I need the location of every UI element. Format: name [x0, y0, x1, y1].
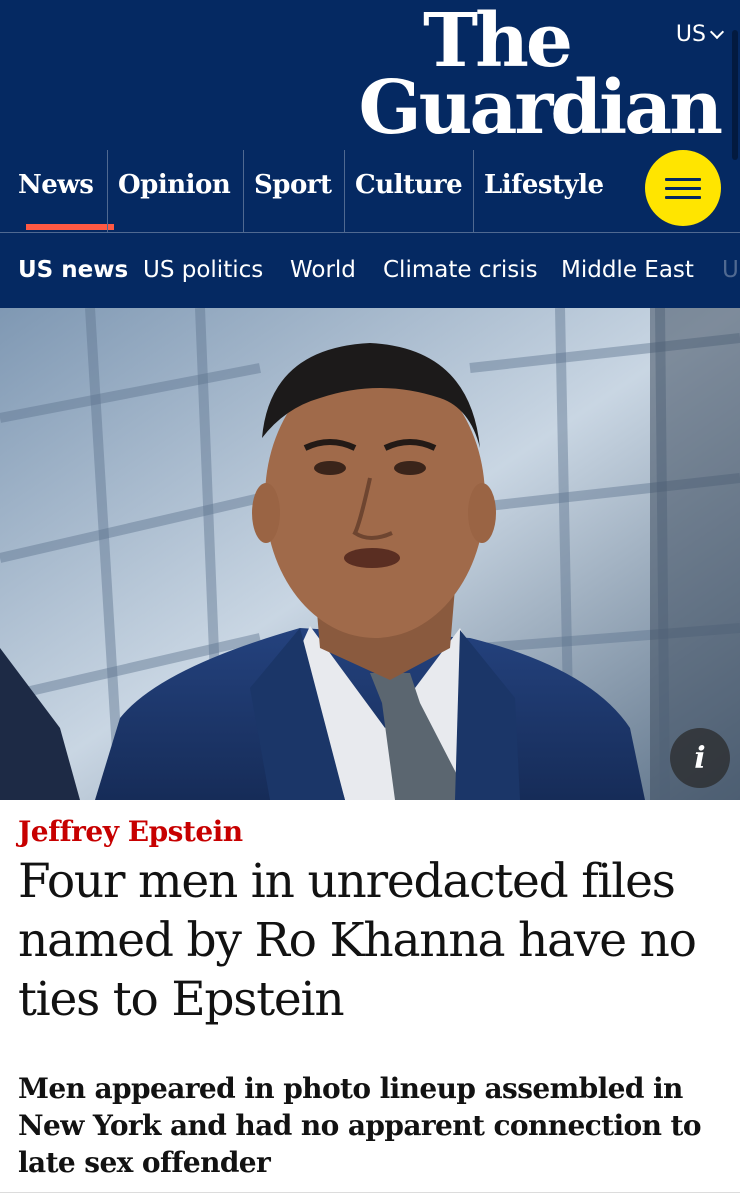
article-headline: Four men in unredacted files named by Ro… [18, 854, 697, 1027]
subnav-item-us-news[interactable]: US news [18, 257, 128, 283]
pillar-label: News [18, 170, 94, 200]
article-standfirst: Men appeared in photo lineup assembled i… [18, 1072, 702, 1179]
scrollbar[interactable] [732, 30, 738, 160]
info-icon: i [694, 740, 706, 776]
pillar-label: Sport [254, 170, 332, 200]
hamburger-menu-button[interactable] [645, 150, 721, 226]
hamburger-menu-icon-bar [665, 195, 701, 199]
pillar-opinion[interactable]: Opinion [107, 150, 242, 232]
pillar-sport[interactable]: Sport [243, 150, 343, 232]
subnav-item-climate-crisis[interactable]: Climate crisis [383, 257, 538, 283]
pillar-news[interactable]: News [8, 150, 114, 232]
subnav-item-overflow[interactable]: U [722, 257, 739, 283]
pillar-nav: News Opinion Sport Culture Lifestyle [0, 150, 740, 232]
subnav-item-us-politics[interactable]: US politics [143, 257, 263, 283]
hamburger-menu-icon [665, 177, 701, 181]
hero-photo-illustration [0, 308, 740, 800]
guardian-logo[interactable]: The Guardian [320, 4, 723, 151]
active-pillar-indicator [26, 224, 114, 230]
pillar-lifestyle[interactable]: Lifestyle [473, 150, 613, 232]
subnav-item-middle-east[interactable]: Middle East [561, 257, 694, 283]
pillar-culture[interactable]: Culture [344, 150, 472, 232]
article-kicker[interactable]: Jeffrey Epstein [18, 815, 243, 848]
pillar-label: Opinion [118, 170, 231, 200]
subnav-item-world[interactable]: World [290, 257, 356, 283]
logo-line-2: Guardian [358, 65, 723, 151]
subnav: US news US politics World Climate crisis… [0, 233, 740, 308]
image-info-button[interactable]: i [670, 728, 730, 788]
content-divider [0, 1192, 740, 1193]
hamburger-menu-icon-bar [665, 186, 701, 190]
pillar-label: Lifestyle [484, 170, 604, 200]
hero-image [0, 308, 740, 800]
pillar-label: Culture [355, 170, 463, 200]
site-header: US The Guardian News Opinion Sport Cultu… [0, 0, 740, 308]
